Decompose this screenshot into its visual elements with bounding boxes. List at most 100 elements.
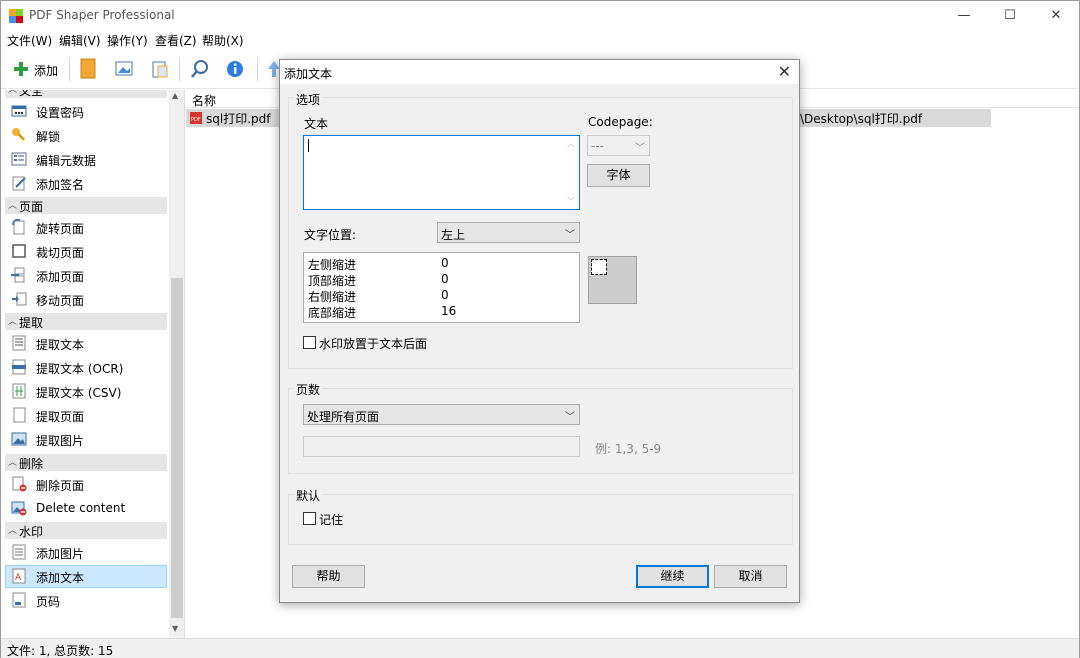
sidebar-item-label: 添加签名	[36, 178, 85, 192]
column-header-name[interactable]: 名称	[192, 92, 216, 109]
menu-action[interactable]: 操作(Y)	[107, 32, 148, 49]
text-position-marker	[591, 259, 607, 275]
sidebar-item-extract-text-csv[interactable]: 提取文本 (CSV)	[5, 380, 167, 403]
chevron-up-icon: ︿	[8, 317, 18, 327]
sidebar-item-label: 提取页面	[36, 410, 85, 424]
chevron-down-icon: ﹀	[565, 230, 575, 241]
list-item[interactable]: 底部缩进 16	[308, 304, 578, 320]
rotate-page-icon	[12, 219, 25, 235]
sidebar-item-edit-metadata[interactable]: 编辑元数据	[5, 148, 167, 171]
title-bar: PDF Shaper Professional — ☐ ✕	[1, 1, 1079, 31]
scroll-down-icon[interactable]: ﹀	[567, 196, 575, 207]
sidebar-item-label: 提取图片	[36, 434, 85, 448]
sidebar-item-extract-page[interactable]: 提取页面	[5, 404, 167, 427]
add-button[interactable]: 添加	[11, 57, 63, 81]
sidebar-item-extract-image[interactable]: 提取图片	[5, 428, 167, 451]
sidebar-item-label: 解锁	[36, 130, 61, 144]
status-bar: 文件: 1, 总页数: 15	[1, 638, 1079, 658]
menu-file[interactable]: 文件(W)	[7, 32, 52, 49]
clipboard-icon[interactable]	[151, 57, 169, 81]
sidebar-item-page-number[interactable]: 页码	[5, 589, 167, 612]
dialog-close-icon[interactable]: ✕	[778, 62, 791, 81]
sidebar-group-security[interactable]: ︿ 文全	[5, 90, 167, 98]
move-page-icon	[12, 292, 27, 306]
search-icon[interactable]	[190, 57, 210, 81]
sidebar-item-add-signature[interactable]: 添加签名	[5, 172, 167, 195]
codepage-select[interactable]: --- ﹀	[587, 135, 650, 156]
list-item[interactable]: 顶部缩进 0	[308, 272, 578, 288]
sidebar-item-add-page[interactable]: 添加页面	[5, 264, 167, 287]
sidebar-group-label: 提取	[19, 316, 44, 330]
delete-content-icon	[11, 501, 27, 516]
sidebar-scrollbar[interactable]: ▲ ▼	[169, 90, 184, 638]
chevron-up-icon: ︿	[8, 201, 18, 211]
bookmark-icon[interactable]	[79, 57, 97, 81]
file-path: \Desktop\sql打印.pdf	[800, 112, 923, 126]
list-item[interactable]: 右侧缩进 0	[308, 288, 578, 304]
help-button[interactable]: 帮助	[292, 565, 365, 588]
sidebar-item-label: 页码	[36, 595, 61, 609]
sidebar-group-delete[interactable]: ︿ 删除	[5, 454, 167, 471]
sidebar-item-set-password[interactable]: 设置密码	[5, 100, 167, 123]
delete-page-icon	[12, 476, 27, 492]
continue-button[interactable]: 继续	[636, 565, 709, 588]
sidebar-group-watermark[interactable]: ︿ 水印	[5, 522, 167, 539]
info-icon[interactable]	[225, 57, 245, 81]
add-button-label: 添加	[34, 64, 59, 78]
indent-label: 左侧缩进	[308, 258, 357, 272]
sidebar-group-extract[interactable]: ︿ 提取	[5, 313, 167, 330]
sidebar-item-label: 提取文本 (OCR)	[36, 362, 124, 376]
sidebar-item-crop-page[interactable]: 裁切页面	[5, 240, 167, 263]
sidebar-item-delete-content[interactable]: Delete content	[5, 497, 167, 520]
ocr-icon	[12, 359, 26, 375]
close-button[interactable]: ✕	[1033, 1, 1079, 31]
font-button[interactable]: 字体	[587, 164, 650, 187]
list-item[interactable]: 左侧缩进 0	[308, 256, 578, 272]
pages-range-input[interactable]	[303, 436, 580, 457]
sidebar-item-delete-page[interactable]: 删除页面	[5, 473, 167, 496]
watermark-behind-checkbox[interactable]	[303, 336, 316, 349]
image-icon[interactable]	[115, 57, 133, 81]
menu-help[interactable]: 帮助(X)	[202, 32, 244, 49]
app-title: PDF Shaper Professional	[29, 8, 175, 22]
sidebar-item-move-page[interactable]: 移动页面	[5, 288, 167, 311]
sidebar-scrollbar-thumb[interactable]	[171, 278, 183, 618]
sidebar-item-label: 添加图片	[36, 547, 85, 561]
sidebar-item-add-image[interactable]: 添加图片	[5, 541, 167, 564]
menu-edit[interactable]: 编辑(V)	[59, 32, 101, 49]
text-input[interactable]: ︿ ﹀	[303, 135, 580, 210]
indent-list[interactable]: 左侧缩进 0 顶部缩进 0 右侧缩进 0 底部缩进 16	[303, 252, 580, 323]
minimize-button[interactable]: —	[941, 1, 987, 31]
position-label: 文字位置:	[304, 228, 357, 242]
sidebar-item-add-text[interactable]: A 添加文本	[5, 565, 167, 588]
indent-value: 0	[441, 272, 449, 286]
pages-legend: 页数	[294, 381, 323, 398]
text-caret	[308, 139, 309, 152]
sidebar-group-pages[interactable]: ︿ 页面	[5, 197, 167, 214]
position-select[interactable]: 左上 ﹀	[437, 222, 580, 243]
scroll-down-icon[interactable]: ▼	[172, 624, 178, 633]
codepage-value: ---	[591, 139, 604, 153]
file-name: sql打印.pdf	[206, 112, 271, 126]
svg-text:PDF: PDF	[191, 117, 201, 123]
menu-view[interactable]: 查看(Z)	[155, 32, 197, 49]
sidebar-item-unlock[interactable]: 解锁	[5, 124, 167, 147]
sidebar-item-rotate-page[interactable]: 旋转页面	[5, 216, 167, 239]
scroll-up-icon[interactable]: ︿	[567, 138, 575, 149]
sidebar: ︿ 文全 设置密码 解锁 编辑元数据 添加签名 ︿ 页面 旋转页面 裁切页面 添…	[1, 90, 185, 638]
scroll-up-icon[interactable]: ▲	[172, 91, 178, 100]
maximize-button[interactable]: ☐	[987, 1, 1033, 31]
remember-checkbox[interactable]	[303, 512, 316, 525]
position-preview	[588, 256, 637, 304]
plus-icon	[14, 62, 28, 76]
page-number-icon	[12, 592, 26, 608]
text-input-scrollbar[interactable]: ︿ ﹀	[565, 136, 579, 209]
extract-page-icon	[13, 407, 26, 423]
sidebar-group-label: 删除	[19, 457, 44, 471]
sidebar-item-extract-text-ocr[interactable]: 提取文本 (OCR)	[5, 356, 167, 379]
key-icon	[12, 128, 26, 141]
cancel-button[interactable]: 取消	[714, 565, 787, 588]
pdf-file-icon: PDF	[190, 112, 202, 124]
pages-select[interactable]: 处理所有页面 ﹀	[303, 404, 580, 425]
sidebar-item-extract-text[interactable]: 提取文本	[5, 332, 167, 355]
